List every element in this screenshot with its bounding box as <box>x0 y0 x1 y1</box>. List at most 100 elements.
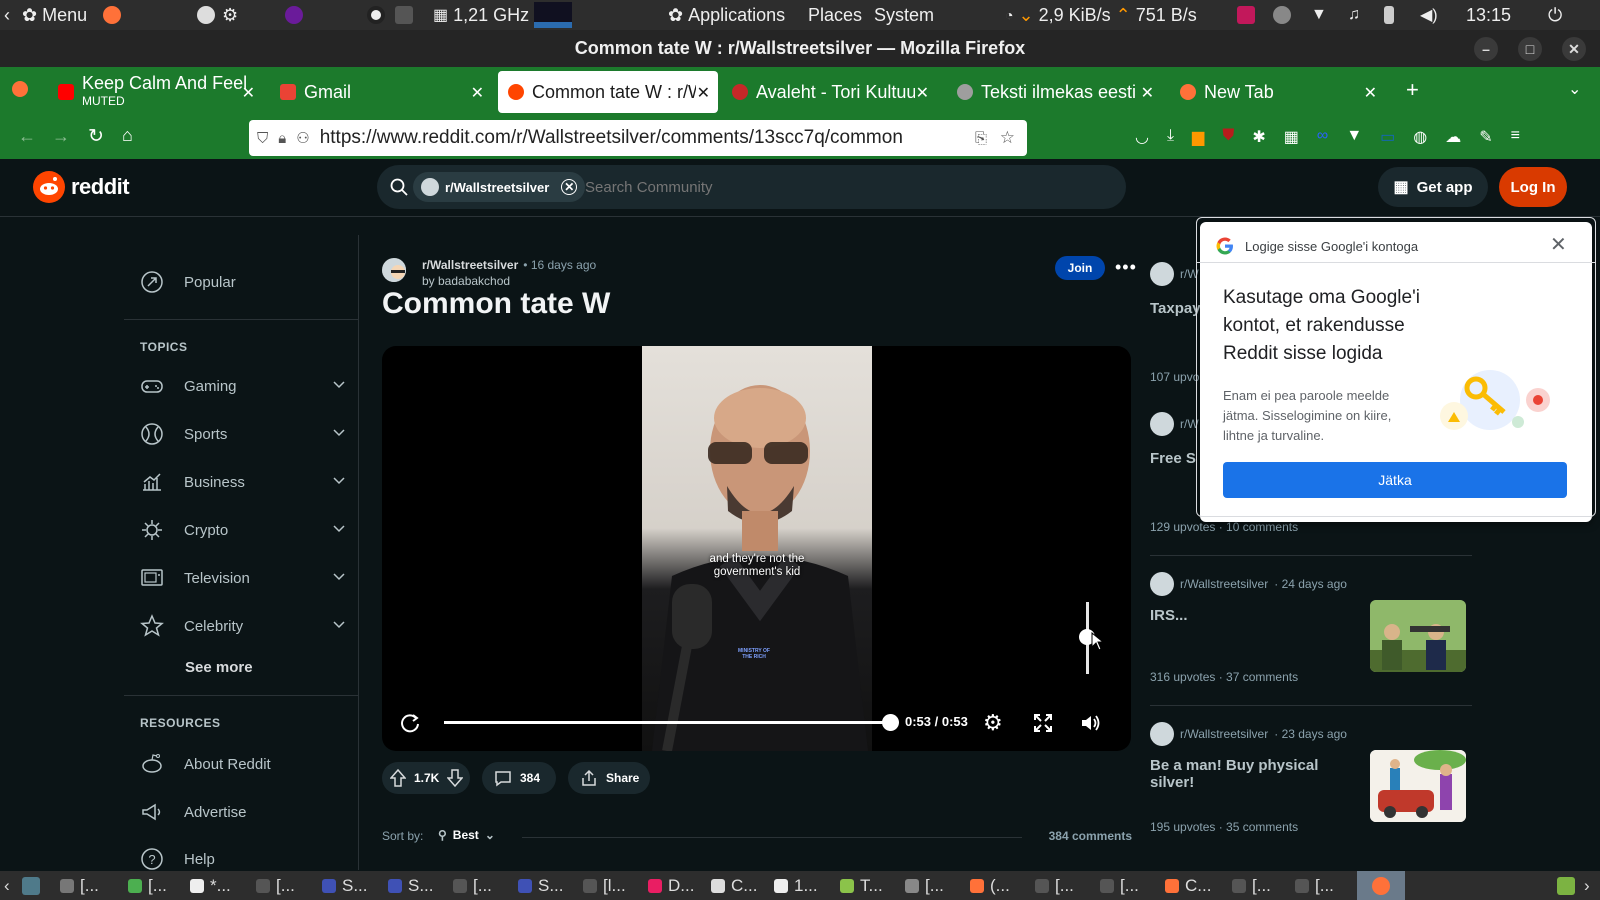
home-icon[interactable]: ⌂ <box>122 125 133 146</box>
volume-icon[interactable]: ◀) <box>1420 0 1438 30</box>
volume-speaker-icon[interactable] <box>1079 712 1101 734</box>
notifications-icon[interactable]: ♫ <box>1348 0 1360 30</box>
extensions-icon[interactable]: ✎ <box>1479 127 1492 147</box>
get-app-button[interactable]: ▦ Get app <box>1378 167 1488 207</box>
menu-button[interactable]: ✿ Menu <box>22 0 87 30</box>
link-extension-icon[interactable]: ∞ <box>1317 127 1328 147</box>
comments-button[interactable]: 384 <box>482 762 556 794</box>
sidebar-item-popular[interactable]: Popular <box>140 262 350 302</box>
cloud-extension-icon[interactable]: ☁ <box>1445 127 1461 147</box>
taskbar-window-button[interactable]: [... <box>256 871 295 900</box>
video-progress-track[interactable] <box>444 714 899 731</box>
minimize-button[interactable]: – <box>1474 37 1498 61</box>
settings-launcher-icon[interactable]: ⚙ <box>222 0 238 30</box>
post-community-link[interactable]: r/Wallstreetsilver <box>422 258 518 272</box>
popup-close-icon[interactable]: ✕ <box>1550 232 1567 257</box>
system-menu[interactable]: System <box>874 0 934 30</box>
tab-close-icon[interactable]: ✕ <box>916 83 929 103</box>
tab-close-icon[interactable]: ✕ <box>242 83 255 103</box>
forward-arrow-icon[interactable]: → <box>52 126 70 147</box>
back-arrow-icon[interactable]: ← <box>18 126 36 147</box>
taskbar-window-button[interactable]: [... <box>128 871 167 900</box>
taskbar-window-button[interactable]: (... <box>970 871 1010 900</box>
taskbar-window-button[interactable]: C... <box>1165 871 1211 900</box>
related-thumbnail-image[interactable] <box>1370 600 1466 672</box>
battery-icon[interactable] <box>1384 0 1394 30</box>
sidebar-item-advertise[interactable]: Advertise <box>140 792 350 832</box>
continue-button[interactable]: Jätka <box>1223 462 1567 498</box>
accessibility-icon[interactable] <box>197 0 215 30</box>
opera-launcher-icon[interactable] <box>367 0 385 30</box>
sidebar-item-business[interactable]: Business <box>140 462 350 502</box>
related-title[interactable]: Be a man! Buy physical silver! <box>1150 757 1360 791</box>
lock-icon[interactable]: 🔒︎ <box>278 130 286 147</box>
new-tab-plus-icon[interactable]: + <box>1406 77 1419 103</box>
wifi-icon[interactable]: ▼ <box>1311 0 1327 30</box>
tab-avaleht[interactable]: Avaleht - Tori Kultuu ✕ <box>722 71 937 113</box>
video-settings-gear-icon[interactable]: ⚙ <box>983 710 1003 736</box>
join-button[interactable]: Join <box>1055 256 1105 280</box>
share-button[interactable]: Share <box>568 762 650 794</box>
tray-info-icon[interactable] <box>1273 0 1291 30</box>
tab-close-icon[interactable]: ✕ <box>1141 83 1154 103</box>
sidebar-item-crypto[interactable]: Crypto <box>140 510 350 550</box>
close-window-button[interactable]: ✕ <box>1562 37 1586 61</box>
power-icon[interactable]: ⏻ <box>1548 0 1562 30</box>
podcast-launcher-icon[interactable] <box>285 0 303 30</box>
replay-icon[interactable] <box>399 712 421 734</box>
panel-scroll-left[interactable]: ‹ <box>4 0 10 30</box>
video-player[interactable]: and they're not the government's kid MIN… <box>382 346 1131 751</box>
fullscreen-icon[interactable] <box>1033 713 1053 733</box>
bookmark-star-icon[interactable]: ☆ <box>1000 128 1015 148</box>
related-title[interactable]: Taxpay <box>1150 300 1201 317</box>
hamburger-menu-icon[interactable]: ≡ <box>1511 127 1520 147</box>
video-progress-thumb[interactable] <box>882 714 899 731</box>
downvote-arrow-icon[interactable] <box>447 769 464 787</box>
reddit-logo[interactable]: reddit <box>33 171 130 203</box>
taskbar-window-button[interactable]: [l... <box>583 871 626 900</box>
downloads-icon[interactable]: ⤓ <box>1167 127 1174 147</box>
tab-reddit[interactable]: Common tate W : r/W ✕ <box>498 71 718 113</box>
globe-extension-icon[interactable]: ◍ <box>1413 127 1427 147</box>
tray-app-icon[interactable] <box>1237 0 1255 30</box>
related-community[interactable]: r/Wallstreetsilver <box>1180 577 1268 591</box>
see-more-link[interactable]: See more <box>185 659 253 676</box>
related-thumbnail-image[interactable] <box>1370 750 1466 822</box>
search-bar[interactable]: r/Wallstreetsilver ✕ <box>377 165 1126 209</box>
search-input[interactable] <box>585 175 1105 199</box>
tab-close-icon[interactable]: ✕ <box>697 83 710 103</box>
taskbar-window-button[interactable]: S... <box>322 871 368 900</box>
maximize-button[interactable]: □ <box>1518 37 1542 61</box>
places-menu[interactable]: Places <box>808 0 862 30</box>
remove-filter-icon[interactable]: ✕ <box>561 179 578 195</box>
login-button[interactable]: Log In <box>1499 167 1567 207</box>
related-community[interactable]: r/Wallstreetsilver <box>1180 727 1268 741</box>
taskbar-window-button[interactable]: C... <box>711 871 757 900</box>
related-community[interactable]: r/W <box>1180 267 1199 281</box>
tab-youtube[interactable]: Keep Calm And Feel MUTED ✕ <box>48 71 263 113</box>
taskbar-window-button[interactable]: [... <box>1100 871 1139 900</box>
upvote-arrow-icon[interactable] <box>390 769 406 787</box>
taskbar-window-button[interactable]: [... <box>60 871 99 900</box>
calendar-extension-icon[interactable]: ▦ <box>1284 127 1299 147</box>
trash-icon[interactable] <box>1557 871 1575 900</box>
taskbar-window-button[interactable]: S... <box>518 871 564 900</box>
url-bar[interactable]: ⛉ 🔒︎ ⚇ https://www.reddit.com/r/Wallstre… <box>249 120 1027 156</box>
firefox-launcher-icon[interactable] <box>103 0 121 30</box>
taskbar-window-button[interactable]: 1... <box>774 871 818 900</box>
taskbar-window-button[interactable]: [... <box>1295 871 1334 900</box>
tab-close-icon[interactable]: ✕ <box>1364 83 1377 103</box>
terminal-launcher-icon[interactable] <box>395 0 413 30</box>
post-author[interactable]: by badabakchod <box>422 274 510 288</box>
translate-icon[interactable]: ⎘ <box>975 130 987 147</box>
sidebar-item-gaming[interactable]: Gaming <box>140 366 350 406</box>
related-community[interactable]: r/W <box>1180 417 1199 431</box>
extension-orange-icon[interactable]: ▆ <box>1192 127 1204 147</box>
tab-close-icon[interactable]: ✕ <box>471 83 484 103</box>
tab-teksti[interactable]: Teksti ilmekas eesti ✕ <box>947 71 1162 113</box>
sort-dropdown[interactable]: ⚲ Best ⌄ <box>438 828 495 842</box>
related-title[interactable]: Free S <box>1150 450 1196 467</box>
community-avatar[interactable] <box>382 258 406 282</box>
firefox-view-icon[interactable] <box>12 81 28 97</box>
reload-icon[interactable]: ↻ <box>88 125 104 148</box>
